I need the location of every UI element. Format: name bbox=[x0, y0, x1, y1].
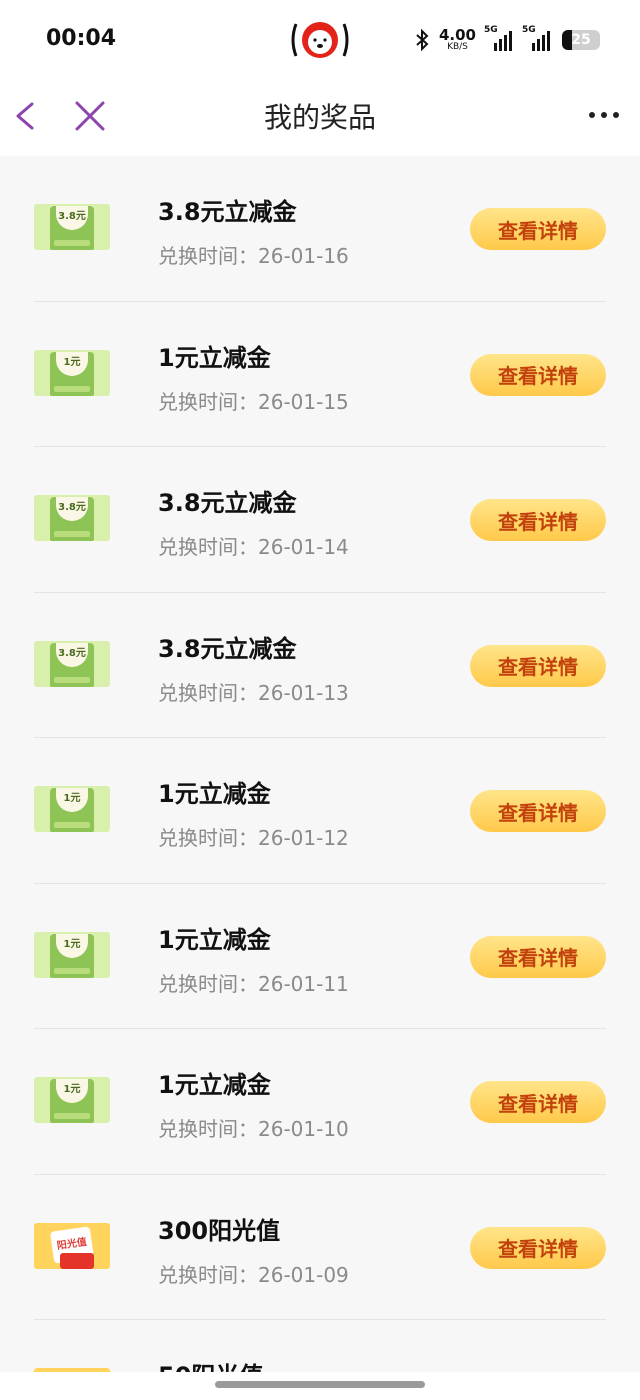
thumb-label: 1元 bbox=[56, 1079, 88, 1103]
prize-name: 1元立减金 bbox=[158, 925, 271, 954]
thumb-label: 1元 bbox=[56, 351, 88, 376]
network-speed-unit: KB/S bbox=[447, 42, 468, 52]
exchange-time-value: 26-01-12 bbox=[258, 826, 349, 850]
coupon-envelope-icon: 1元 bbox=[34, 1077, 110, 1123]
exchange-time-value: 26-01-15 bbox=[258, 389, 349, 414]
exchange-time-value: 26-01-09 bbox=[258, 1262, 349, 1287]
signal-icon-2: 5G bbox=[522, 25, 552, 51]
coupon-envelope-icon: 3.8元 bbox=[34, 495, 110, 541]
view-details-button[interactable]: 查看详情 bbox=[470, 499, 606, 541]
exchange-time: 兑换时间：26-01-11 bbox=[158, 968, 349, 997]
thumb-label: 3.8元 bbox=[56, 497, 88, 521]
prize-name: 3.8元立减金 bbox=[158, 634, 297, 663]
exchange-time-label: 兑换时间： bbox=[158, 244, 258, 268]
exchange-time: 兑换时间：26-01-13 bbox=[158, 677, 349, 706]
prize-name: 3.8元立减金 bbox=[158, 489, 297, 517]
coupon-envelope-icon: 3.8元 bbox=[34, 204, 110, 250]
exchange-time: 兑换时间：26-01-14 bbox=[158, 531, 349, 560]
prize-row: 1元 1元立减金兑换时间：26-01-12 查看详情 bbox=[34, 738, 606, 884]
status-bar: 00:04 4.00 KB/S 5G 5G 25 bbox=[0, 0, 640, 80]
prize-name: 300阳光值 bbox=[158, 1216, 281, 1245]
view-details-button[interactable]: 查看详情 bbox=[470, 353, 606, 396]
network-speed-value: 4.00 bbox=[438, 26, 476, 44]
view-details-button[interactable]: 查看详情 bbox=[470, 644, 606, 687]
prize-row: 1元 1元立减金兑换时间：26-01-15 查看详情 bbox=[34, 302, 606, 447]
battery-icon: 25 bbox=[562, 30, 600, 50]
coupon-envelope-icon: 3.8元 bbox=[34, 640, 110, 687]
exchange-time: 兑换时间：26-01-16 bbox=[158, 240, 349, 269]
signal-icon: 5G bbox=[484, 25, 514, 51]
exchange-time: 兑换时间：26-01-09 bbox=[158, 1259, 349, 1288]
prize-row: 3.8元 3.8元立减金兑换时间：26-01-16 查看详情 bbox=[34, 156, 606, 302]
exchange-time-value: 26-01-16 bbox=[258, 244, 349, 268]
battery-level: 25 bbox=[571, 32, 591, 48]
app-mascot-icon bbox=[291, 22, 349, 58]
exchange-time: 兑换时间：26-01-12 bbox=[158, 822, 349, 851]
signal-tag-2: 5G bbox=[522, 25, 536, 35]
prize-name: 1元立减金 bbox=[158, 343, 271, 372]
view-details-button[interactable]: 查看详情 bbox=[470, 1226, 606, 1269]
view-details-button[interactable]: 查看详情 bbox=[470, 1081, 606, 1123]
exchange-time-value: 26-01-14 bbox=[258, 535, 349, 559]
prize-name: 3.8元立减金 bbox=[158, 198, 297, 226]
prize-name: 1元立减金 bbox=[158, 780, 271, 808]
more-dots-icon[interactable] bbox=[586, 100, 622, 130]
prize-row: 3.8元 3.8元立减金兑换时间：26-01-14 查看详情 bbox=[34, 447, 606, 593]
page-title: 我的奖品 bbox=[263, 101, 376, 134]
status-icons: 4.00 KB/S 5G 5G 25 bbox=[415, 24, 600, 56]
status-time: 00:04 bbox=[46, 26, 117, 51]
prize-row: 1元 1元立减金兑换时间：26-01-10 查看详情 bbox=[34, 1029, 606, 1175]
prize-row: 阳光值 300阳光值兑换时间：26-01-09 查看详情 bbox=[34, 1175, 606, 1320]
thumb-label: 3.8元 bbox=[56, 206, 88, 230]
view-details-button[interactable]: 查看详情 bbox=[470, 935, 606, 978]
exchange-time-value: 26-01-11 bbox=[258, 971, 349, 996]
signal-tag: 5G bbox=[484, 25, 498, 35]
exchange-time: 兑换时间：26-01-15 bbox=[158, 386, 349, 415]
thumb-label: 3.8元 bbox=[56, 642, 88, 667]
exchange-time-label: 兑换时间： bbox=[158, 1262, 258, 1287]
exchange-time-value: 26-01-13 bbox=[258, 680, 349, 705]
view-details-button[interactable]: 查看详情 bbox=[470, 790, 606, 832]
home-indicator[interactable] bbox=[215, 1381, 425, 1388]
exchange-time-value: 26-01-10 bbox=[258, 1117, 349, 1141]
coupon-envelope-icon: 1元 bbox=[34, 786, 110, 832]
navigation-bar: 我的奖品 bbox=[0, 80, 640, 156]
exchange-time: 兑换时间：26-01-10 bbox=[158, 1113, 349, 1142]
thumb-label: 1元 bbox=[56, 933, 88, 958]
exchange-time-label: 兑换时间： bbox=[158, 680, 258, 705]
exchange-time-label: 兑换时间： bbox=[158, 971, 258, 996]
thumb-label: 1元 bbox=[56, 788, 88, 812]
coupon-envelope-icon: 1元 bbox=[34, 349, 110, 396]
bluetooth-icon bbox=[416, 29, 429, 51]
view-details-button[interactable]: 查看详情 bbox=[470, 208, 606, 250]
sunshine-points-icon: 阳光值 bbox=[34, 1222, 110, 1269]
exchange-time-label: 兑换时间： bbox=[158, 826, 258, 850]
prize-list: 3.8元 3.8元立减金 兑换时间：26-01-16 查看详情 1元 1元立减金 兑换时间：… bbox=[0, 156, 640, 1400]
bottom-gesture-area bbox=[0, 1372, 640, 1400]
exchange-time-label: 兑换时间： bbox=[158, 1117, 258, 1141]
prize-row: 1元 1元立减金兑换时间：26-01-11 查看详情 bbox=[34, 884, 606, 1029]
network-speed: 4.00 KB/S bbox=[439, 28, 476, 52]
prize-name: 1元立减金 bbox=[158, 1071, 271, 1099]
coupon-envelope-icon: 1元 bbox=[34, 931, 110, 978]
prize-row: 3.8元 3.8元立减金兑换时间：26-01-13 查看详情 bbox=[34, 593, 606, 738]
exchange-time-label: 兑换时间： bbox=[158, 389, 258, 414]
exchange-time-label: 兑换时间： bbox=[158, 535, 258, 559]
